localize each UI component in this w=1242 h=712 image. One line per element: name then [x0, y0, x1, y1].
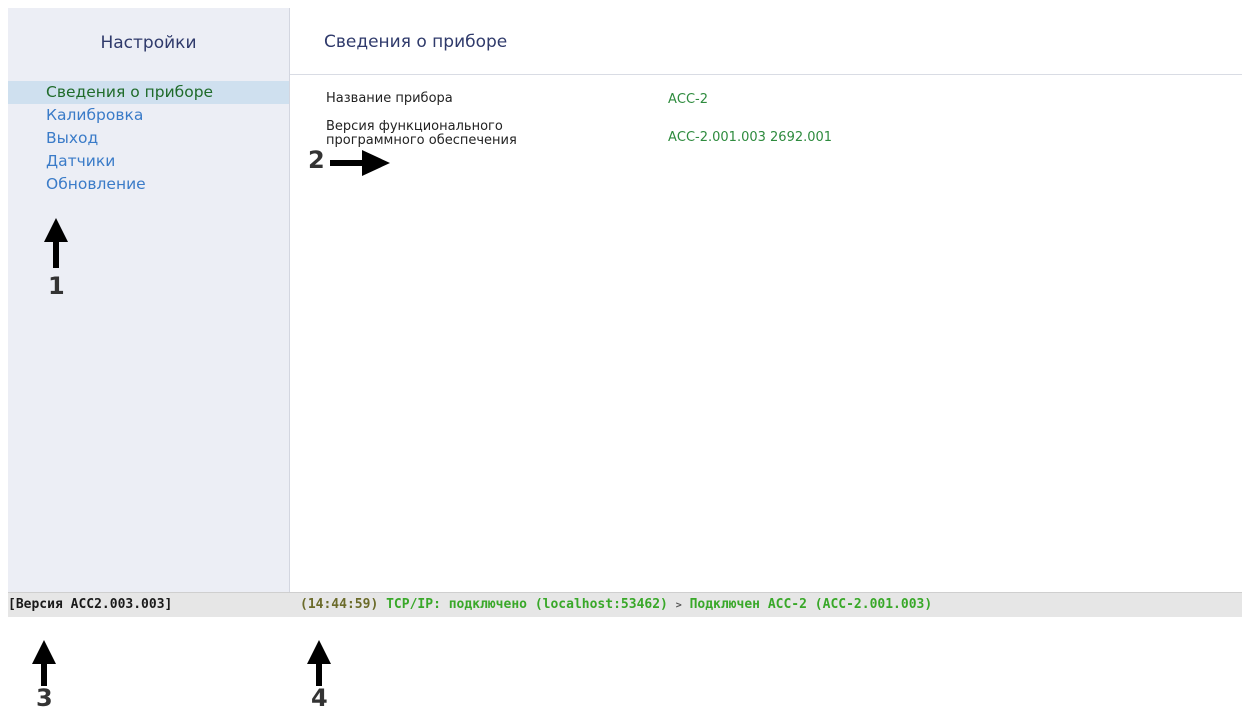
- annotation-arrow-3-icon: [32, 640, 56, 686]
- firmware-version-label-line2: программного обеспечения: [326, 133, 517, 148]
- app-window: Настройки Сведения о приборе Калибровка …: [8, 8, 1242, 617]
- annotation-3: 3: [36, 684, 53, 712]
- status-time: (14:44:59): [300, 597, 379, 612]
- device-name-label: Название прибора: [326, 91, 453, 106]
- main-header: Сведения о приборе: [290, 8, 1242, 75]
- status-device: Подключен АСС-2 (АСС-2.001.003): [689, 597, 933, 612]
- sidebar-item-sensors[interactable]: Датчики: [8, 150, 289, 173]
- sidebar-item-device-info[interactable]: Сведения о приборе: [8, 81, 289, 104]
- annotation-arrow-4-icon: [307, 640, 331, 686]
- sidebar-menu: Сведения о приборе Калибровка Выход Датч…: [8, 81, 289, 196]
- page-title: Сведения о приборе: [324, 32, 508, 52]
- sidebar-item-calibration[interactable]: Калибровка: [8, 104, 289, 127]
- connection-status: (14:44:59) TCP/IP: подключено (localhost…: [300, 593, 932, 617]
- annotation-arrow-1-icon: [44, 218, 68, 268]
- sidebar-title: Настройки: [100, 33, 197, 53]
- app-version: [Версия АСС2.003.003]: [8, 597, 173, 612]
- status-separator: >: [675, 600, 682, 611]
- device-name-value: АСС-2: [668, 92, 709, 107]
- annotation-2: 2: [308, 146, 325, 174]
- status-bar: [Версия АСС2.003.003] (14:44:59) TCP/IP:…: [8, 592, 1242, 617]
- annotation-4: 4: [311, 684, 328, 712]
- main-panel: Сведения о приборе Название прибора АСС-…: [290, 8, 1242, 592]
- annotation-1: 1: [48, 272, 65, 300]
- sidebar: Настройки Сведения о приборе Калибровка …: [8, 8, 290, 592]
- firmware-version-label: Версия функционального программного обес…: [326, 120, 517, 148]
- annotation-arrow-2-icon: [330, 150, 390, 176]
- firmware-version-label-line1: Версия функционального: [326, 119, 503, 134]
- sidebar-item-update[interactable]: Обновление: [8, 173, 289, 196]
- sidebar-item-output[interactable]: Выход: [8, 127, 289, 150]
- status-connection: TCP/IP: подключено (localhost:53462): [386, 597, 668, 612]
- firmware-version-value: АСС-2.001.003 2692.001: [668, 130, 833, 145]
